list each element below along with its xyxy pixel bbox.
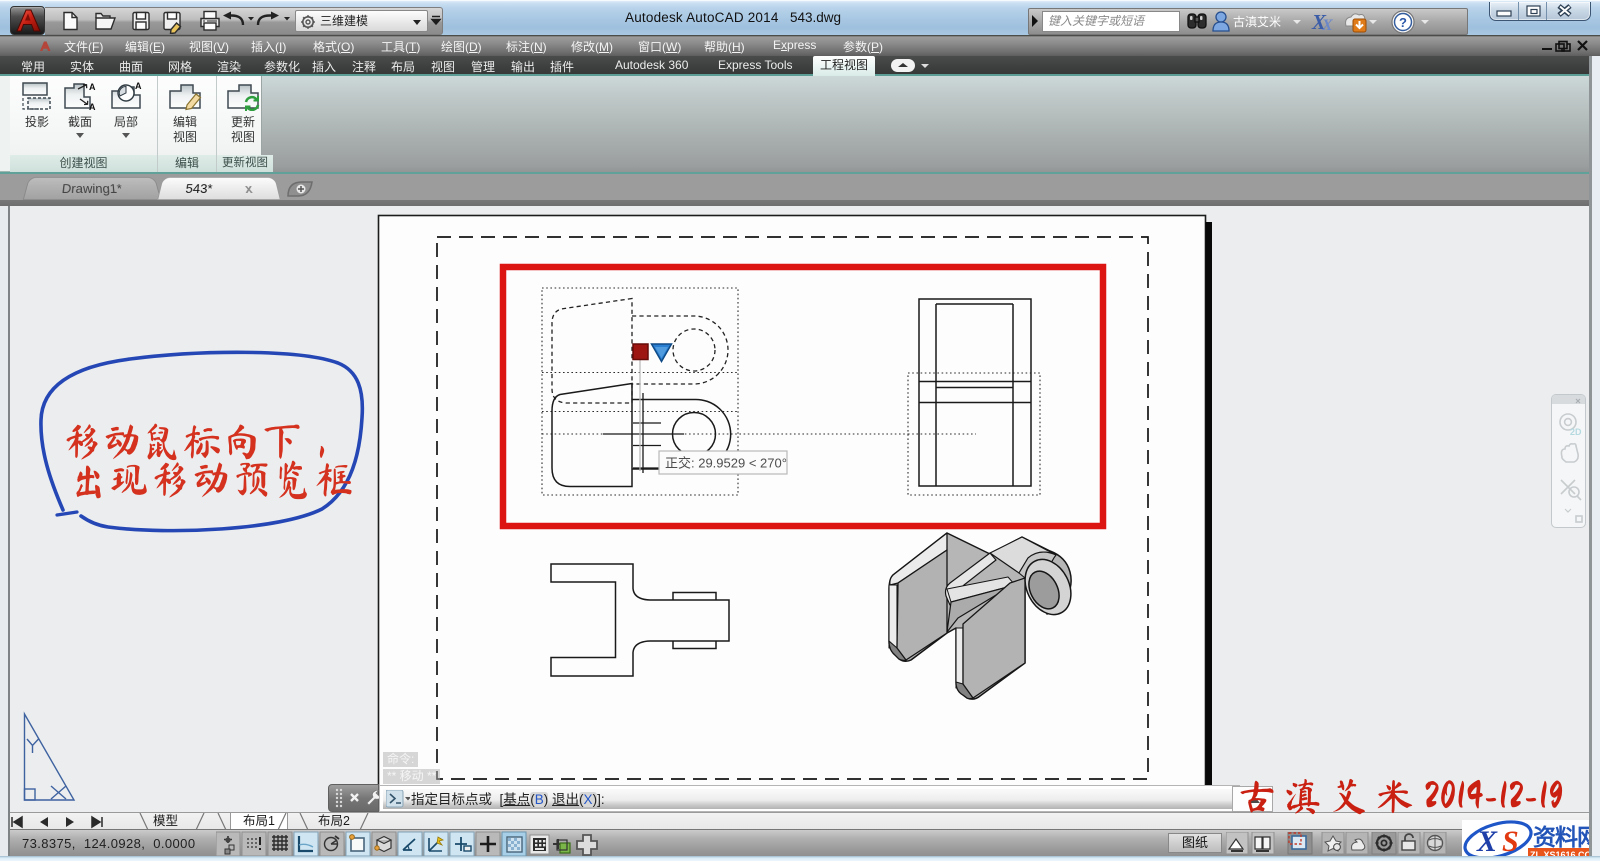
svg-text:A: A (89, 102, 96, 111)
svg-text:A: A (89, 82, 96, 92)
svg-text:X: X (1476, 825, 1498, 858)
svg-text:X: X (1321, 17, 1333, 34)
svg-text:S: S (1502, 825, 1519, 858)
svg-text:2D: 2D (1570, 427, 1582, 437)
svg-text:?: ? (1399, 15, 1407, 30)
svg-text:A: A (135, 81, 142, 91)
svg-text:正交: 29.9529 < 270°: 正交: 29.9529 < 270° (665, 456, 787, 471)
